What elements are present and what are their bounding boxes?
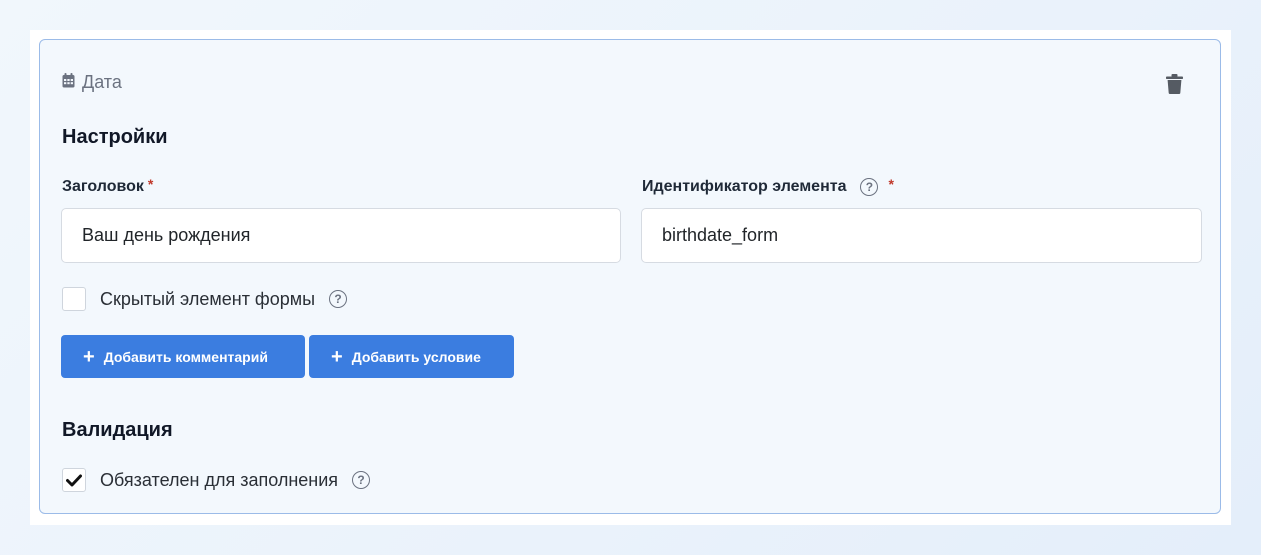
required-mark: *: [147, 176, 154, 192]
add-condition-button[interactable]: + Добавить условие: [309, 335, 514, 378]
heading-field-label: Заголовок *: [62, 176, 154, 196]
heading-input[interactable]: [61, 208, 621, 263]
required-checkbox[interactable]: [62, 468, 86, 492]
id-field-label-text: Идентификатор элемента: [642, 178, 847, 195]
settings-heading: Настройки: [62, 126, 168, 148]
element-type: Дата: [62, 72, 122, 93]
add-condition-label: Добавить условие: [351, 348, 481, 365]
hidden-element-checkbox[interactable]: [62, 287, 86, 311]
required-mark: *: [888, 176, 894, 192]
validation-heading: Валидация: [62, 419, 173, 441]
checkmark-icon: [66, 474, 82, 486]
id-field-label: Идентификатор элемента ? *: [642, 176, 894, 196]
trash-icon[interactable]: [1164, 72, 1186, 96]
add-comment-button[interactable]: + Добавить комментарий: [61, 335, 305, 378]
element-type-label: Дата: [82, 72, 122, 92]
plus-icon: +: [83, 345, 95, 368]
plus-icon: +: [331, 345, 343, 368]
required-label: Обязателен для заполнения: [100, 469, 339, 490]
help-icon[interactable]: ?: [860, 178, 879, 196]
help-icon[interactable]: ?: [329, 290, 348, 308]
heading-field-label-text: Заголовок: [62, 178, 144, 195]
element-id-input[interactable]: [641, 208, 1202, 263]
calendar-icon: [62, 72, 75, 93]
form-element-card: Дата Настройки Заголовок * Идентификатор…: [39, 39, 1221, 514]
hidden-element-label: Скрытый элемент формы: [100, 288, 316, 309]
required-row: Обязателен для заполнения ?: [62, 468, 371, 492]
help-icon[interactable]: ?: [352, 471, 371, 489]
hidden-element-row: Скрытый элемент формы ?: [62, 287, 348, 311]
add-comment-label: Добавить комментарий: [103, 348, 268, 365]
